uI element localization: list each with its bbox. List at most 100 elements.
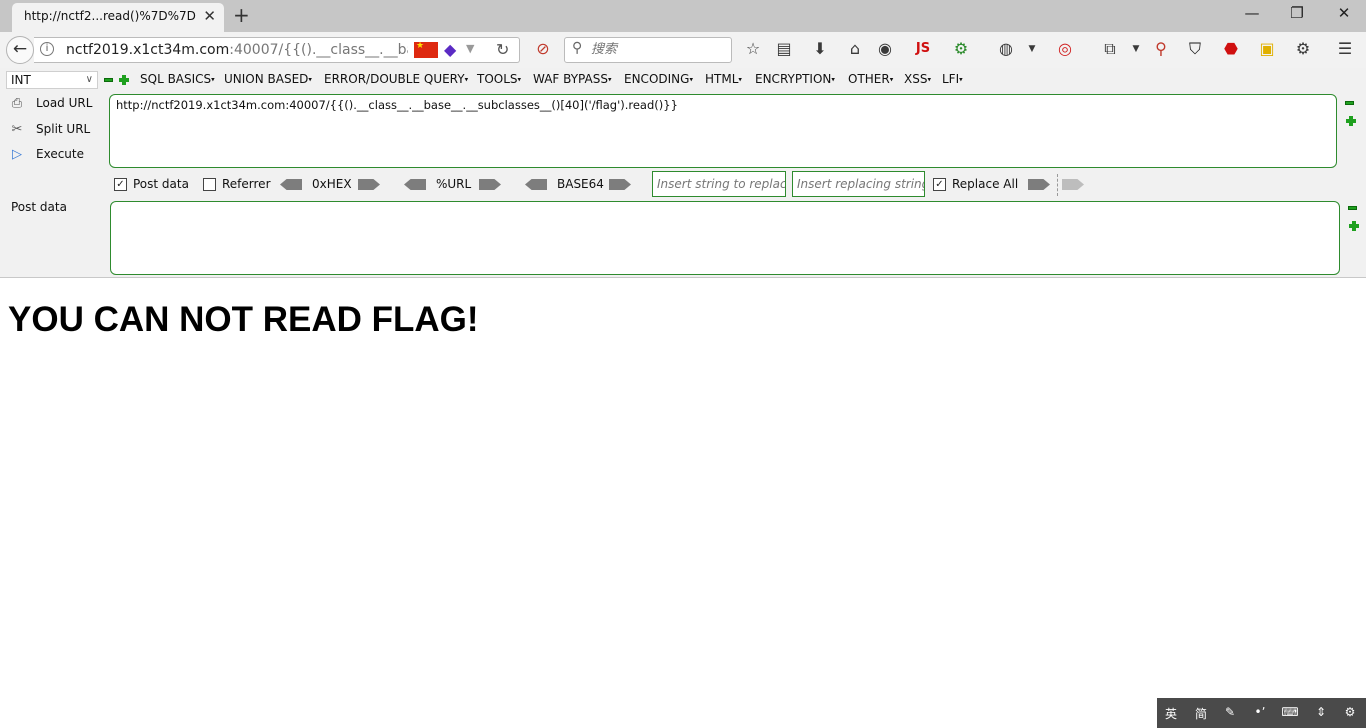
load-url-label: Load URL <box>36 96 93 110</box>
menu-other[interactable]: OTHER▾ <box>848 72 893 86</box>
load-url-button[interactable]: ⎙ Load URL <box>8 96 93 111</box>
url-encode-arrow-icon[interactable] <box>479 179 501 190</box>
post-data-textarea[interactable] <box>110 201 1340 275</box>
zoom-icon[interactable]: ⚲ <box>1150 40 1172 58</box>
chevron-down-icon[interactable]: ▼ <box>1125 40 1147 58</box>
palette-icon[interactable]: ◍ <box>995 40 1017 58</box>
url-bar[interactable]: i nctf2019.x1ct34m.com:40007/{{()._​_cla… <box>34 37 520 63</box>
reload-icon[interactable]: ↻ <box>496 40 509 59</box>
shrink-icon[interactable] <box>1345 101 1354 105</box>
js-icon[interactable]: JS <box>912 40 934 58</box>
reading-list-icon[interactable]: ▤ <box>773 40 795 58</box>
replace-all-checkbox[interactable]: ✓ <box>933 178 946 191</box>
tab-strip: http://nctf2...read()%7D%7D ✕ + — ❐ ✕ <box>0 0 1366 32</box>
menu-lfi[interactable]: LFI▾ <box>942 72 963 86</box>
settings-gear-icon[interactable]: ⚙ <box>1292 40 1314 58</box>
gem-icon[interactable]: ◆ <box>444 40 456 59</box>
execute-button[interactable]: ▷ Execute <box>8 147 84 162</box>
search-input[interactable] <box>591 42 726 57</box>
download-icon[interactable]: ⬇ <box>809 40 831 58</box>
restore-button[interactable]: ❐ <box>1277 4 1317 22</box>
flag-icon[interactable] <box>414 41 438 58</box>
url-host: nctf2019.x1ct34m.com <box>66 42 230 58</box>
replace-all-checkbox-label: Replace All <box>952 177 1019 191</box>
menu-xss[interactable]: XSS▾ <box>904 72 931 86</box>
hackbar-icon[interactable]: ◎ <box>1054 40 1076 58</box>
menu-label: XSS <box>904 72 928 86</box>
encoding-select-value: INT <box>11 73 31 87</box>
extension-icon[interactable]: ▣ <box>1256 40 1278 58</box>
divider <box>1057 174 1058 196</box>
ime-layout-icon[interactable]: ⇕ <box>1309 705 1333 719</box>
menu-label: UNION BASED <box>224 72 309 86</box>
menu-encoding[interactable]: ENCODING▾ <box>624 72 693 86</box>
replace-with-input[interactable]: Insert replacing string <box>792 171 925 197</box>
menu-sql-basics[interactable]: SQL BASICS▾ <box>140 72 215 86</box>
ime-language-toggle[interactable]: 英 <box>1159 705 1183 722</box>
printer-icon: ⎙ <box>11 96 23 111</box>
hex-encode-arrow-icon[interactable] <box>358 179 380 190</box>
web-developer-icon[interactable]: ⚙ <box>950 40 972 58</box>
referrer-checkbox[interactable] <box>203 178 216 191</box>
adblock-icon[interactable]: ⬣ <box>1220 40 1242 58</box>
ime-simplified-toggle[interactable]: 简 <box>1189 705 1213 722</box>
new-tab-button[interactable]: + <box>233 3 250 27</box>
site-info-icon[interactable]: i <box>40 42 54 56</box>
ime-pen-icon[interactable]: ✎ <box>1218 705 1242 719</box>
chevron-down-icon[interactable]: ▼ <box>466 42 474 55</box>
expand-icon[interactable] <box>1346 116 1356 126</box>
search-box[interactable]: ⚲ <box>564 37 732 63</box>
url-textarea-value: http://nctf2019.x1ct34m.com:40007/{{()._… <box>116 98 678 112</box>
copy-icon[interactable]: ⧉ <box>1099 40 1121 58</box>
base64-encode-arrow-icon[interactable] <box>609 179 631 190</box>
shrink-icon[interactable] <box>104 78 113 82</box>
ime-toolbar: 英 简 ✎ •ʼ ⌨ ⇕ ⚙ <box>1157 698 1366 728</box>
menu-label: ENCODING <box>624 72 690 86</box>
menu-union-based[interactable]: UNION BASED▾ <box>224 72 312 86</box>
url-decode-arrow-icon[interactable] <box>404 179 426 190</box>
star-icon[interactable]: ☆ <box>742 40 764 58</box>
globe-icon[interactable]: ◉ <box>874 40 896 58</box>
url-textarea[interactable]: http://nctf2019.x1ct34m.com:40007/{{()._… <box>109 94 1337 168</box>
base64-decode-arrow-icon[interactable] <box>525 179 547 190</box>
menu-label: LFI <box>942 72 960 86</box>
menu-label: SQL BASICS <box>140 72 212 86</box>
hex-decode-arrow-icon[interactable] <box>280 179 302 190</box>
menu-error-double-query[interactable]: ERROR/DOUBLE QUERY▾ <box>324 72 468 86</box>
scissors-icon: ✂ <box>11 122 23 137</box>
menu-html[interactable]: HTML▾ <box>705 72 742 86</box>
menu-label: ERROR/DOUBLE QUERY <box>324 72 465 86</box>
split-url-button[interactable]: ✂ Split URL <box>8 122 91 137</box>
browser-tab[interactable]: http://nctf2...read()%7D%7D ✕ <box>12 3 224 32</box>
close-window-button[interactable]: ✕ <box>1324 4 1364 22</box>
menu-label: ENCRYPTION <box>755 72 832 86</box>
replace-next-arrow-icon[interactable] <box>1062 179 1084 190</box>
tab-close-icon[interactable]: ✕ <box>203 7 216 25</box>
shield-icon[interactable]: ⛉ <box>1184 40 1206 58</box>
shrink-icon[interactable] <box>1348 206 1357 210</box>
menu-icon[interactable]: ☰ <box>1334 40 1356 58</box>
menu-waf-bypass[interactable]: WAF BYPASS▾ <box>533 72 611 86</box>
menu-encryption[interactable]: ENCRYPTION▾ <box>755 72 835 86</box>
navigation-bar: ← i nctf2019.x1ct34m.com:40007/{{()._​_c… <box>0 32 1366 68</box>
ime-settings-icon[interactable]: ⚙ <box>1338 705 1362 719</box>
url-text[interactable]: nctf2019.x1ct34m.com:40007/{{()._​_class… <box>66 42 408 58</box>
home-icon[interactable]: ⌂ <box>844 40 866 58</box>
back-button[interactable]: ← <box>6 36 34 64</box>
expand-icon[interactable] <box>1349 221 1359 231</box>
menu-label: HTML <box>705 72 739 86</box>
expand-icon[interactable] <box>119 75 129 85</box>
post-data-checkbox[interactable]: ✓ <box>114 178 127 191</box>
execute-label: Execute <box>36 147 84 161</box>
minimize-button[interactable]: — <box>1232 4 1272 22</box>
hackbar-panel: INT ∨ SQL BASICS▾ UNION BASED▾ ERROR/DOU… <box>0 68 1366 278</box>
noscript-icon[interactable]: ⊘ <box>532 40 554 58</box>
encoding-select[interactable]: INT ∨ <box>6 71 98 89</box>
chevron-down-icon[interactable]: ▼ <box>1021 40 1043 58</box>
replace-find-input[interactable]: Insert string to replace <box>652 171 786 197</box>
replace-arrow-icon[interactable] <box>1028 179 1050 190</box>
ime-keyboard-icon[interactable]: ⌨ <box>1278 705 1302 719</box>
ime-punctuation-icon[interactable]: •ʼ <box>1248 705 1272 719</box>
post-data-checkbox-label: Post data <box>133 177 189 191</box>
menu-tools[interactable]: TOOLS▾ <box>477 72 521 86</box>
